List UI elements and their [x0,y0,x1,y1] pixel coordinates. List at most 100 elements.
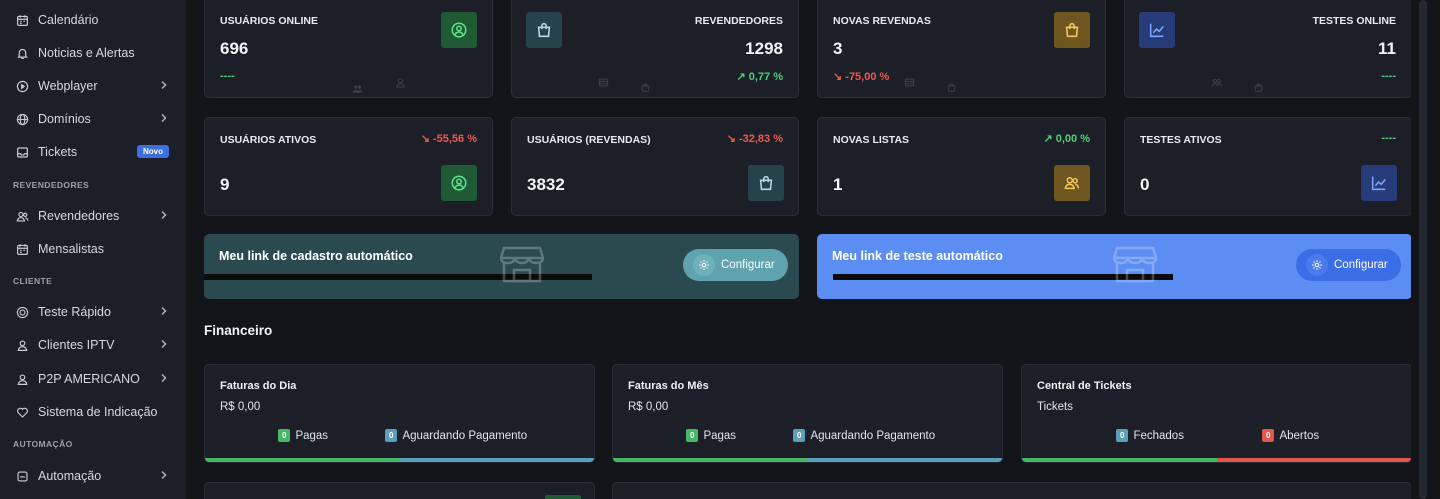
sidebar-item-label: P2P AMERICANO [38,372,140,386]
sidebar-item-calendario[interactable]: Calendário [0,5,186,35]
user-circle-icon [441,165,477,201]
sidebar-item-label: Teste Rápido [38,305,111,319]
trending-up-icon [1139,12,1175,48]
sidebar-item-mensalistas[interactable]: Mensalistas [0,234,186,264]
status-bar-blue [399,458,594,462]
green-iconbox-partial [545,495,581,499]
sidebar-item-webplayer[interactable]: Webplayer [0,71,186,101]
sidebar-item-teste-rapido[interactable]: Teste Rápido [0,297,186,327]
status-bar-red [1216,458,1411,462]
stat-trend: ---- [1381,132,1396,144]
bag-ghost-icon [640,80,651,98]
chevron-right-icon [159,306,168,319]
finance-card-subtitle: Tickets [1037,401,1073,413]
status-aguardando: 0 Aguardando Pagamento [385,429,527,442]
configurar-button-label: Configurar [721,259,775,271]
sidebar-item-label: Tickets [38,145,78,159]
sidebar-item-noticias[interactable]: Noticias e Alertas [0,38,186,68]
users-ghost-icon [352,81,363,99]
stat-card-usuarios-ativos: USUÁRIOS ATIVOS ↘ -55,56 % 9 [204,117,493,216]
scrollbar[interactable] [1411,0,1440,499]
card-partial [204,482,595,499]
sidebar-item-label: Automação [38,469,102,483]
finance-card-title: Faturas do Dia [220,380,297,392]
chevron-right-icon [159,113,168,126]
store-icon [499,244,545,289]
smile-circle-icon [15,305,29,319]
stat-card-novas-revendas: NOVAS REVENDAS 3 ↘ -75,00 % [817,0,1106,98]
finance-card-amount: R$ 0,00 [628,401,669,413]
stat-value: 1 [833,175,843,194]
finance-card-title: Faturas do Mês [628,380,709,392]
configurar-button[interactable]: Configurar [683,249,788,281]
status-bar [613,458,1002,462]
stat-value: 696 [220,39,249,58]
sidebar-item-label: Clientes IPTV [38,338,115,352]
status-pagas: 0 Pagas [278,429,328,442]
stat-title: USUÁRIOS ATIVOS [220,134,317,146]
status-bar [1022,458,1411,462]
status-bar-green [1022,458,1217,462]
section-label-revendedores: REVENDEDORES [13,180,90,190]
finance-card-faturas-dia: Faturas do Dia R$ 0,00 0 Pagas 0 Aguardand… [204,364,595,463]
stat-trend: ↘ -55,56 % [420,133,477,145]
finance-card-faturas-mes: Faturas do Mês R$ 0,00 0 Pagas 0 Aguardand… [612,364,1003,463]
stat-value: 11 [1378,39,1396,58]
stat-value: 3 [833,39,843,58]
status-fechados: 0 Fechados [1116,429,1184,442]
card-partial [612,482,1412,499]
sidebar-item-label: Mensalistas [38,242,104,256]
section-label-cliente: CLIENTE [13,276,53,286]
stat-card-testes-ativos: TESTES ATIVOS ---- 0 [1124,117,1412,216]
user-ghost-icon [395,75,406,93]
chevron-right-icon [159,339,168,352]
sidebar-item-revendedores[interactable]: Revendedores [0,201,186,231]
sidebar-item-automacao[interactable]: Automação [0,461,186,491]
sidebar-item-tickets[interactable]: Tickets Novo [0,137,186,167]
count-badge: 0 [1262,429,1275,442]
calendar-icon [15,13,29,27]
section-title-financeiro: Financeiro [204,323,273,338]
count-badge: 0 [278,429,291,442]
shopping-bag-icon [1054,12,1090,48]
sidebar-item-clientes-iptv[interactable]: Clientes IPTV [0,330,186,360]
status-label: Abertos [1279,429,1320,442]
stat-title: TESTES ONLINE [1312,15,1396,27]
link-banner-teste: Meu link de teste automático Configurar [817,234,1412,299]
banner-title: Meu link de cadastro automático [219,249,413,263]
user-icon [15,338,29,352]
stat-trend: ↗ 0,00 % [1043,133,1090,145]
stat-title: USUÁRIOS (REVENDAS) [527,134,651,146]
sidebar-item-sistema-indicacao[interactable]: Sistema de Indicação [0,397,186,427]
sidebar-item-label: Calendário [38,13,99,27]
status-label: Aguardando Pagamento [810,429,936,442]
status-aguardando: 0 Aguardando Pagamento [793,429,935,442]
stat-value: 0 [1140,175,1150,194]
stat-trend: ↗ 0,77 % [736,71,783,83]
sidebar-item-dominios[interactable]: Domínios [0,104,186,134]
calendar-grid-icon [15,242,29,256]
scrollbar-thumb[interactable] [1419,0,1427,499]
users-ghost-icon [1211,75,1223,93]
finance-card-central-tickets: Central de Tickets Tickets 0 Fechados 0 Ab… [1021,364,1412,463]
sidebar-item-label: Webplayer [38,79,98,93]
users-icon [15,209,29,223]
status-label: Pagas [295,429,329,442]
sidebar: Calendário Noticias e Alertas Webplayer … [0,0,186,499]
chevron-right-icon [159,210,168,223]
stat-title: USUÁRIOS ONLINE [220,15,319,27]
stat-title: TESTES ATIVOS [1140,134,1222,146]
sidebar-item-p2p-americano[interactable]: P2P AMERICANO [0,364,186,394]
database-ghost-icon [904,75,915,93]
status-label: Aguardando Pagamento [402,429,528,442]
configurar-button[interactable]: Configurar [1296,249,1401,281]
gear-icon [1306,254,1328,276]
status-bar [205,458,594,462]
count-badge: 0 [1116,429,1129,442]
stat-title: REVENDEDORES [694,15,783,27]
play-circle-icon [15,79,29,93]
status-bar-green [613,458,808,462]
section-label-automacao: AUTOMAÇÃO [13,439,73,449]
stat-value: 1298 [745,39,783,58]
chevron-right-icon [159,470,168,483]
